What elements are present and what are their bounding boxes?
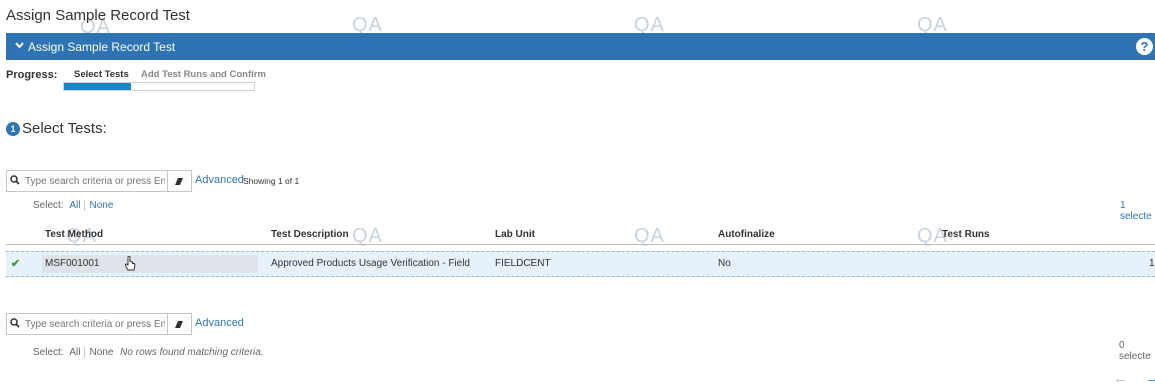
search-input-tests[interactable] <box>23 175 167 187</box>
progress-step-select-tests: Select Tests <box>74 69 129 80</box>
selected-count: 0 selecte <box>1119 340 1151 362</box>
empty-message: No rows found matching criteria. <box>120 347 264 359</box>
arrow-left-icon[interactable]: ← <box>1113 370 1128 387</box>
table-row[interactable]: ✔ MSF001001 Approved Products Usage Veri… <box>6 251 1155 277</box>
column-header-autofinalize[interactable]: Autofinalize <box>718 229 775 240</box>
advanced-search-link[interactable]: Advanced <box>195 317 244 329</box>
table-header-divider <box>6 244 1155 245</box>
eraser-icon[interactable] <box>167 171 190 191</box>
search-input-runs[interactable] <box>23 318 167 330</box>
select-none-link[interactable]: None <box>89 200 113 211</box>
cell-test-method: MSF001001 <box>45 258 100 269</box>
search-icon[interactable] <box>7 317 23 331</box>
search-icon[interactable] <box>7 174 23 188</box>
chevron-down-icon[interactable] <box>15 41 24 52</box>
hand-cursor-icon <box>124 255 136 275</box>
cell-test-description: Approved Products Usage Verification - F… <box>271 258 470 269</box>
showing-count: Showing 1 of 1 <box>243 176 300 186</box>
cell-lab-unit: FIELDCENT <box>495 258 551 269</box>
page-title: Assign Sample Record Test <box>6 7 190 24</box>
select-none-link[interactable]: None <box>89 347 113 358</box>
progress-bar-fill <box>64 83 131 90</box>
advanced-search-link[interactable]: Advanced <box>195 174 244 186</box>
section-banner[interactable]: Assign Sample Record Test ? <box>6 33 1155 60</box>
progress-bar <box>63 82 255 91</box>
arrow-right-icon[interactable]: → <box>1145 370 1155 387</box>
banner-title: Assign Sample Record Test <box>28 39 176 54</box>
search-bar-tests <box>6 170 192 192</box>
cell-autofinalize: No <box>718 258 731 269</box>
column-header-test-description[interactable]: Test Description <box>271 229 349 240</box>
checkmark-icon[interactable]: ✔ <box>11 257 20 270</box>
search-bar-runs <box>6 313 192 335</box>
select-controls: Select: All None <box>33 200 113 211</box>
column-header-test-runs[interactable]: Test Runs <box>942 229 990 240</box>
section-title: Select Tests: <box>22 120 107 137</box>
select-controls: Select: All None No rows found matching c… <box>33 347 264 358</box>
column-header-test-method[interactable]: Test Method <box>45 229 103 240</box>
help-icon[interactable]: ? <box>1136 38 1153 55</box>
progress-label: Progress: <box>6 69 58 81</box>
selected-count: 1 selecte <box>1120 200 1152 222</box>
column-header-lab-unit[interactable]: Lab Unit <box>495 229 535 240</box>
select-all-link[interactable]: All <box>69 347 80 358</box>
select-all-link[interactable]: All <box>69 200 80 211</box>
progress-step-add-test-runs: Add Test Runs and Confirm <box>141 69 266 80</box>
select-label: Select: <box>33 347 64 359</box>
select-label: Select: <box>33 200 64 212</box>
cell-test-runs: 1 <box>1149 258 1155 269</box>
step-number-badge: 1 <box>6 122 20 136</box>
eraser-icon[interactable] <box>167 314 190 334</box>
